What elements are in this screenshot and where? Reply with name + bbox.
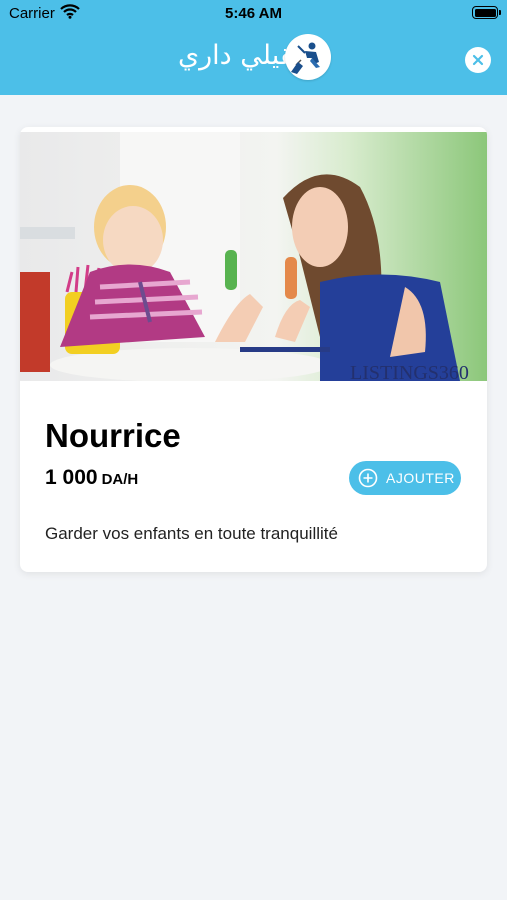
price-unit: DA/H xyxy=(101,471,139,488)
close-button[interactable] xyxy=(465,47,491,73)
add-button[interactable]: AJOUTER xyxy=(349,461,461,495)
price-value: 1 000 xyxy=(45,466,98,489)
cleaning-logo-icon xyxy=(285,34,331,80)
add-button-label: AJOUTER xyxy=(386,470,455,486)
service-title: Nourrice xyxy=(45,417,181,454)
battery-icon xyxy=(472,6,501,19)
service-photo: LISTINGS360 xyxy=(20,132,487,381)
service-description: Garder vos enfants en toute tranquillité xyxy=(45,524,338,543)
close-icon xyxy=(472,54,484,66)
image-watermark: LISTINGS360 xyxy=(350,362,469,381)
app-header: Carrier 5:46 AM نقيلي داري xyxy=(0,0,507,95)
brand-logo: نقيلي داري xyxy=(170,34,340,80)
service-price: 1 000 DA/H xyxy=(45,466,138,490)
status-bar: Carrier 5:46 AM xyxy=(0,0,507,28)
brand-text: نقيلي داري xyxy=(178,40,302,71)
status-time: 5:46 AM xyxy=(225,5,282,22)
plus-circle-icon xyxy=(358,468,378,488)
service-card[interactable]: LISTINGS360 Nourrice 1 000 DA/H AJOUTER G… xyxy=(20,127,487,572)
